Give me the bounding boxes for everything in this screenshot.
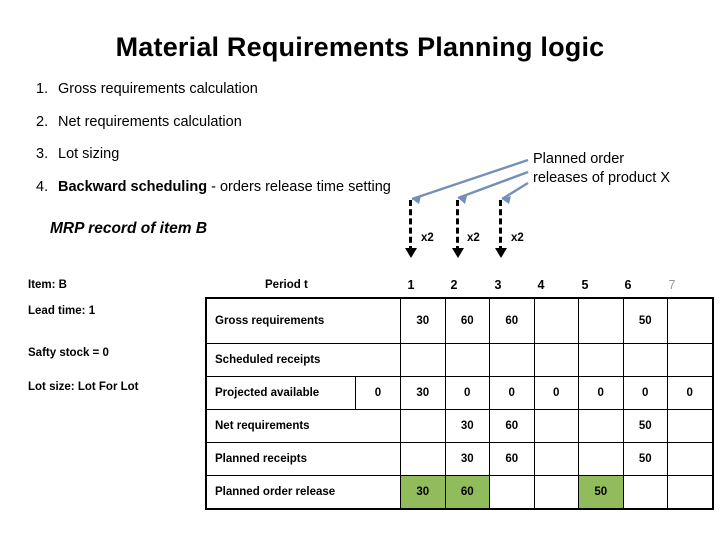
item-label: Item: B [28,279,67,291]
cell-p4 [533,475,579,510]
slide-canvas: Material Requirements Planning logic 1. … [0,0,720,540]
cell-p5: 0 [578,376,624,410]
multiplier-label: x2 [511,232,524,244]
column-header-4: 4 [537,278,545,292]
row-label: Planned receipts [205,442,401,476]
cell-p2: 30 [444,442,490,476]
list-item-number: 1. [36,81,49,97]
cell-p0: 0 [355,376,401,410]
cell-p4: 0 [533,376,579,410]
column-header-6: 6 [624,278,632,292]
list-item-number: 3. [36,146,49,162]
list-item: 1. Gross requirements calculation [36,82,506,97]
row-label: Scheduled receipts [205,343,401,377]
list-item-label: Net requirements calculation [58,113,242,130]
list-item: 2. Net requirements calculation [36,113,506,130]
cell-p4 [533,343,579,377]
table-row: Planned order release 30 60 50 [205,475,714,510]
cell-p6: 50 [622,409,668,443]
row-label: Net requirements [205,409,401,443]
cell-p7: 0 [667,376,714,410]
safety-stock-label: Safty stock = 0 [28,347,109,359]
cell-p1 [400,409,446,443]
cell-p1 [400,343,446,377]
column-header-5: 5 [581,278,589,292]
list-item-label: Gross requirements calculation [58,81,258,97]
column-header-7: 7 [668,278,676,292]
list-item-number: 2. [36,113,49,130]
cell-p1: 30 [400,475,446,510]
list-item-label-rest: - orders release time setting [207,178,391,195]
cell-p6: 0 [622,376,668,410]
page-title: Material Requirements Planning logic [115,32,605,62]
table-row: Gross requirements 30 60 60 50 [205,297,714,344]
list-item-label: Lot sizing [58,146,120,162]
cell-p3 [489,343,535,377]
cell-p6: 50 [622,297,668,344]
cell-p3: 0 [489,376,535,410]
list-item-number: 4. [36,178,49,195]
numbered-list: 1. Gross requirements calculation 2. Net… [36,82,506,212]
list-item-label-bold: Backward scheduling [58,178,208,195]
cell-p7 [667,475,714,510]
mrp-record-heading: MRP record of item B [50,220,208,237]
cell-p1: 30 [400,297,446,344]
cell-p2 [444,343,490,377]
cell-p3: 60 [489,297,535,344]
cell-p2: 0 [444,376,490,410]
callout-annotation: Planned order releases of product X [533,150,670,188]
cell-p6 [622,475,668,510]
multiplier-label: x2 [421,232,434,244]
cell-p7 [667,409,714,443]
lead-time-label: Lead time: 1 [28,305,96,317]
cell-p6 [622,343,668,377]
cell-p1: 30 [400,376,446,410]
cell-p2: 60 [444,297,490,344]
cell-p5: 50 [578,475,624,510]
column-header-3: 3 [494,278,502,292]
cell-p7 [667,297,714,344]
lot-size-label: Lot size: Lot For Lot [28,381,139,393]
cell-p5 [578,343,624,377]
list-item: 4. Backward scheduling - orders release … [36,178,506,195]
table-row: Net requirements 30 60 50 [205,409,714,443]
cell-p3: 60 [489,409,535,443]
table-row: Scheduled receipts [205,343,714,377]
cell-p3 [489,475,535,510]
cell-p4 [533,409,579,443]
period-header-label: Period t [265,279,308,291]
mrp-record-table: Gross requirements 30 60 60 50 Scheduled… [205,297,714,510]
cell-p2: 60 [444,475,490,510]
cell-p5 [578,442,624,476]
cell-p2: 30 [444,409,490,443]
cell-p4 [533,442,579,476]
row-label: Planned order release [205,475,401,510]
cell-p1 [400,442,446,476]
cell-p5 [578,409,624,443]
row-label: Projected available [205,376,356,410]
table-row: Planned receipts 30 60 50 [205,442,714,476]
cell-p6: 50 [622,442,668,476]
column-header-1: 1 [407,278,415,292]
cell-p4 [533,297,579,344]
column-header-2: 2 [450,278,458,292]
table-row: Projected available 0 30 0 0 0 0 0 0 [205,376,714,410]
row-label: Gross requirements [205,297,401,344]
multiplier-label: x2 [467,232,480,244]
cell-p7 [667,343,714,377]
cell-p7 [667,442,714,476]
list-item: 3. Lot sizing [36,147,506,162]
cell-p3: 60 [489,442,535,476]
list-item-label: Backward scheduling - orders release tim… [58,178,391,195]
callout-line-2: releases of product X [533,170,671,186]
cell-p5 [578,297,624,344]
callout-line-1: Planned order [533,151,625,167]
